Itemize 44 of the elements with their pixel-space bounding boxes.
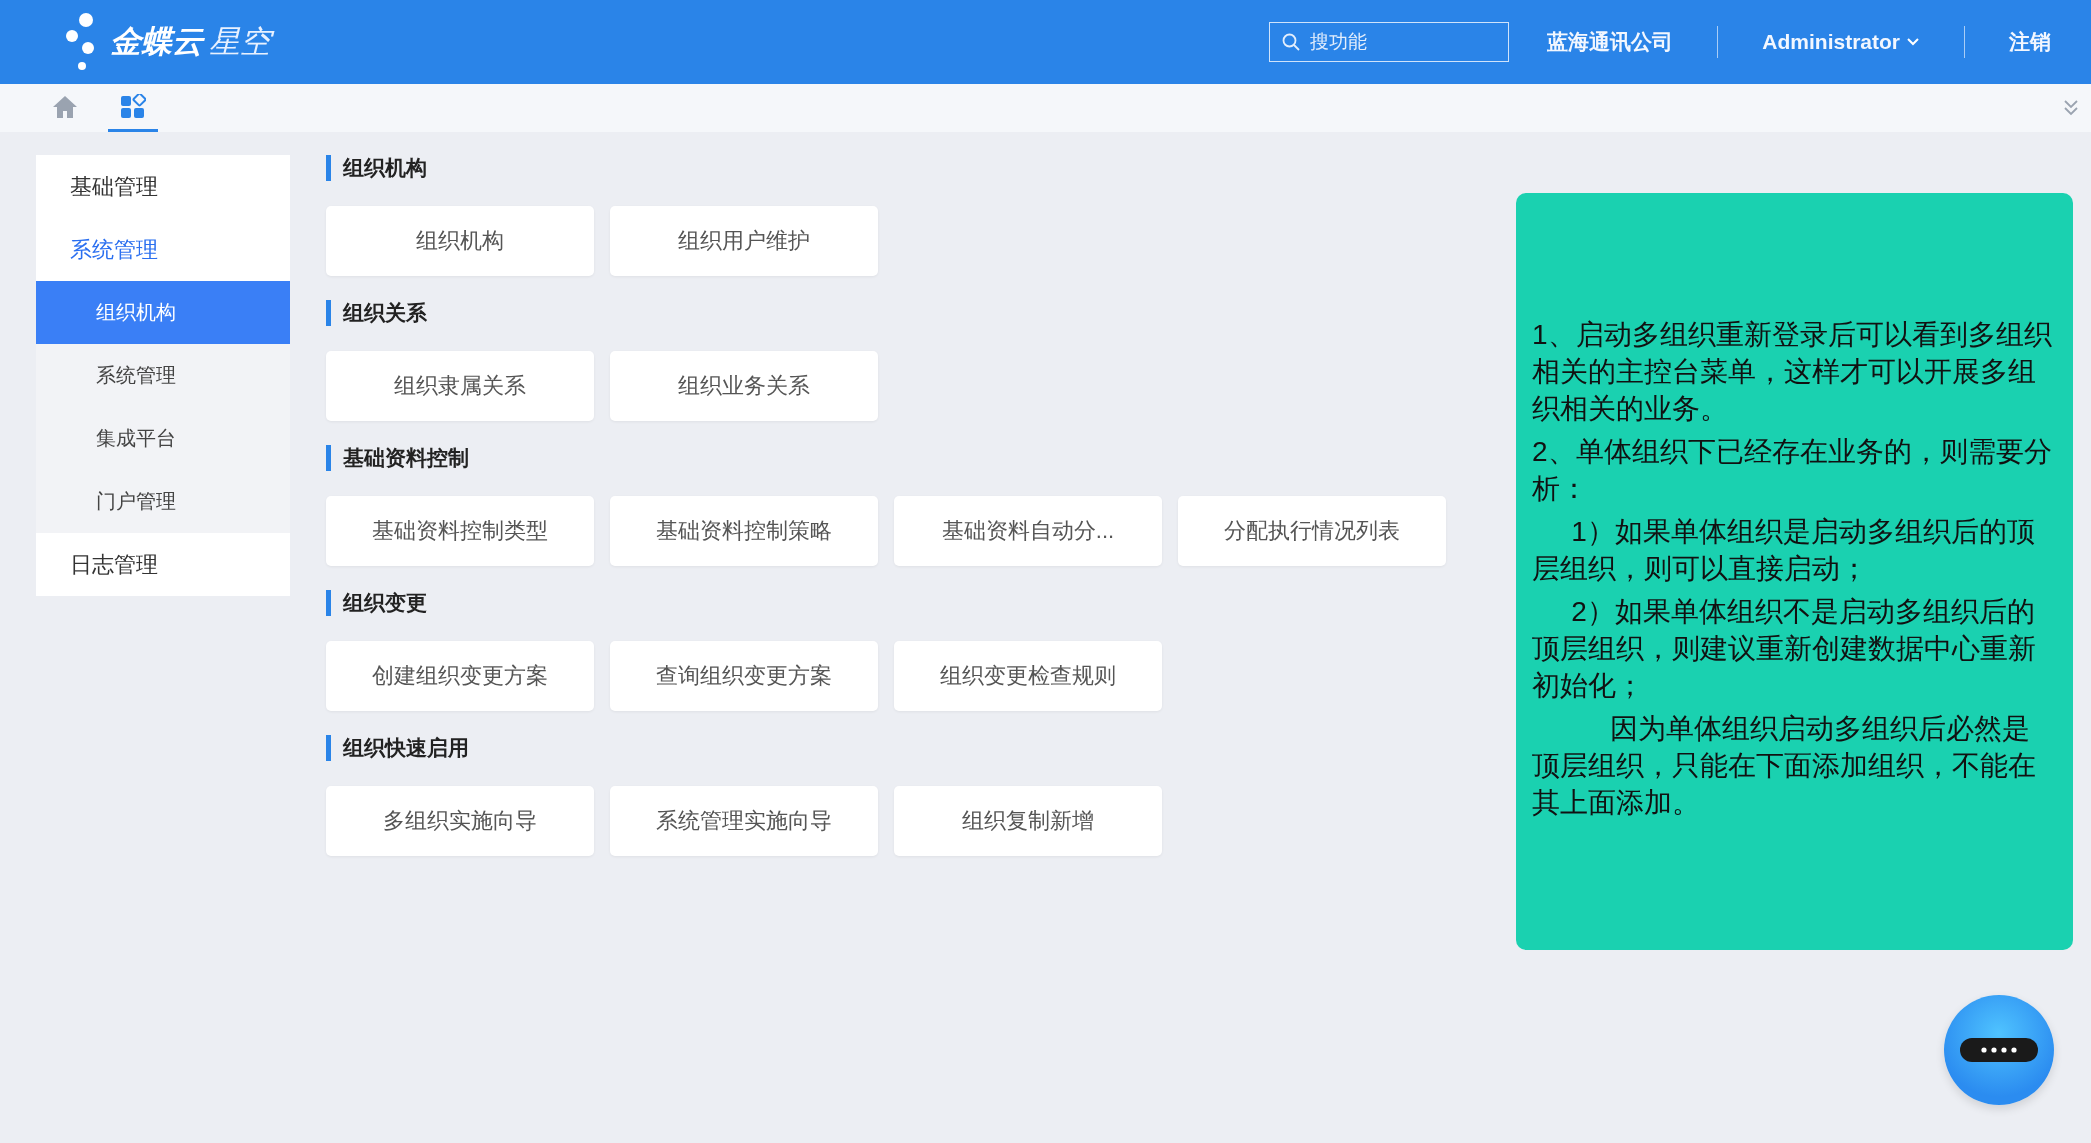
function-button[interactable]: 分配执行情况列表 bbox=[1178, 496, 1446, 566]
section-title: 组织机构 bbox=[343, 155, 427, 181]
note-paragraph: 1）如果单体组织是启动多组织后的顶层组织，则可以直接启动； bbox=[1532, 515, 2036, 586]
function-button[interactable]: 组织变更检查规则 bbox=[894, 641, 1162, 711]
section-marker bbox=[326, 300, 331, 326]
section-title: 组织变更 bbox=[343, 590, 427, 616]
function-button[interactable]: 多组织实施向导 bbox=[326, 786, 594, 856]
logout-link[interactable]: 注销 bbox=[2009, 28, 2051, 56]
section-title: 组织关系 bbox=[343, 300, 427, 326]
user-menu[interactable]: Administrator bbox=[1762, 30, 1920, 54]
note-paragraph: 2、单体组织下已经存在业务的，则需要分析： bbox=[1532, 435, 2053, 506]
function-button[interactable]: 组织机构 bbox=[326, 206, 594, 276]
sidebar-subitem[interactable]: 集成平台 bbox=[36, 407, 290, 470]
function-button[interactable]: 创建组织变更方案 bbox=[326, 641, 594, 711]
function-button[interactable]: 基础资料自动分... bbox=[894, 496, 1162, 566]
function-button[interactable]: 组织用户维护 bbox=[610, 206, 878, 276]
section-marker bbox=[326, 735, 331, 761]
note-paragraph: 1、启动多组织重新登录后可以看到多组织相关的主控台菜单，这样才可以开展多组织相关的业务。 bbox=[1532, 318, 2053, 426]
note-paragraph: 因为单体组织启动多组织后必然是顶层组织，只能在下面添加组织，不能在其上面添加。 bbox=[1532, 712, 2037, 820]
section-title: 基础资料控制 bbox=[343, 445, 469, 471]
section-title: 组织快速启用 bbox=[343, 735, 469, 761]
search-field[interactable]: 搜功能 bbox=[1269, 22, 1510, 62]
sidebar-subitem[interactable]: 系统管理 bbox=[36, 344, 290, 407]
chevron-down-icon bbox=[1906, 37, 1920, 47]
function-button[interactable]: 查询组织变更方案 bbox=[610, 641, 878, 711]
function-button[interactable]: 基础资料控制类型 bbox=[326, 496, 594, 566]
home-icon bbox=[52, 94, 78, 119]
function-button[interactable]: 组织复制新增 bbox=[894, 786, 1162, 856]
double-chevron-down-icon[interactable] bbox=[2063, 99, 2079, 117]
sidebar-subitem[interactable]: 组织机构 bbox=[36, 281, 290, 344]
note-paragraph: 2）如果单体组织不是启动多组织后的顶层组织，则建议重新创建数据中心重新初始化； bbox=[1532, 595, 2037, 703]
apps-icon bbox=[120, 93, 146, 120]
logo-brand: 金蝶云 bbox=[110, 23, 203, 61]
search-icon bbox=[1282, 33, 1301, 51]
company-name[interactable]: 蓝海通讯公司 bbox=[1547, 28, 1674, 56]
section-marker bbox=[326, 590, 331, 616]
section-marker bbox=[326, 445, 331, 471]
function-button[interactable]: 基础资料控制策略 bbox=[610, 496, 878, 566]
function-button[interactable]: 组织隶属关系 bbox=[326, 351, 594, 421]
sidebar-subitem[interactable]: 门户管理 bbox=[36, 470, 290, 533]
dots-icon bbox=[1959, 1037, 2039, 1063]
section-marker bbox=[326, 155, 331, 181]
function-button[interactable]: 系统管理实施向导 bbox=[610, 786, 878, 856]
function-button[interactable]: 组织业务关系 bbox=[610, 351, 878, 421]
